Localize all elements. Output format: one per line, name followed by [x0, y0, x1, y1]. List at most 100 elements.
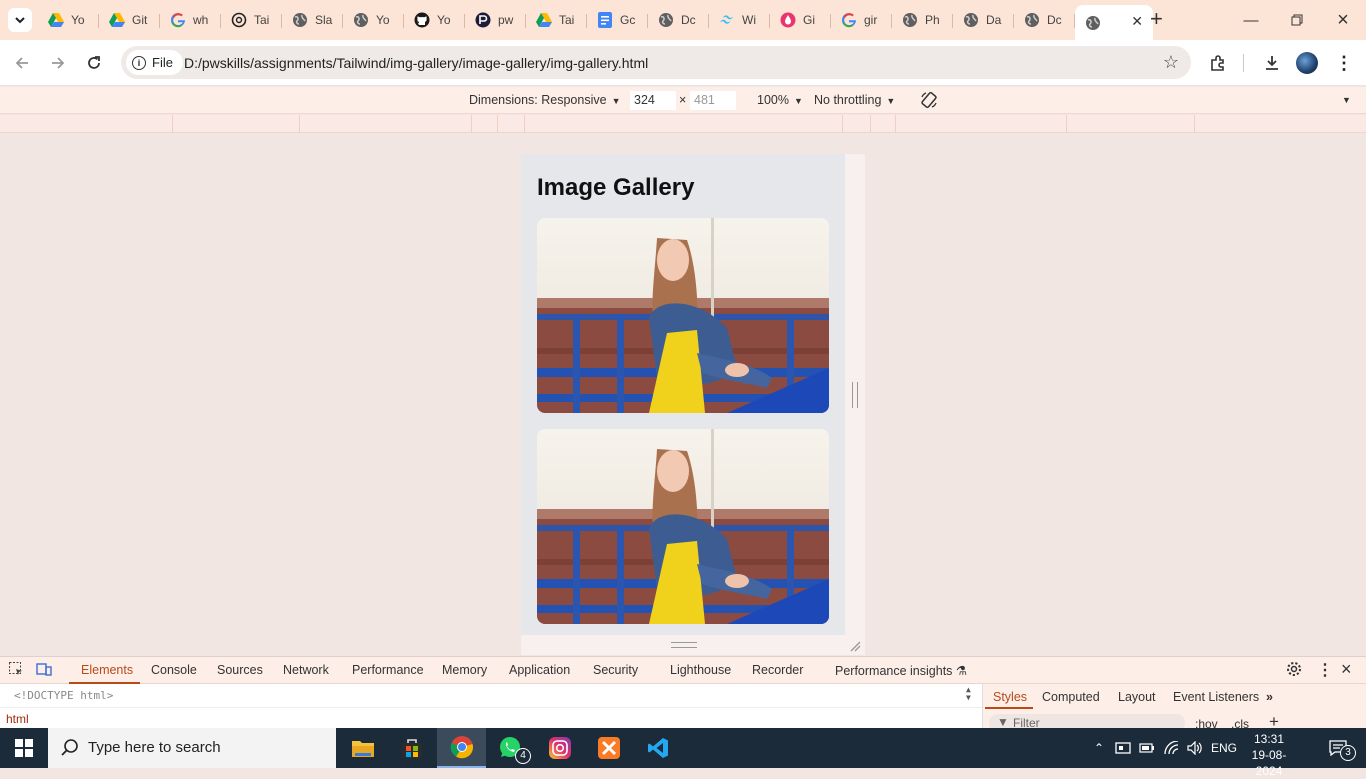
- more-tabs-chevron-icon[interactable]: »: [1266, 690, 1273, 704]
- url-text[interactable]: D:/pwskills/assignments/Tailwind/img-gal…: [184, 55, 648, 71]
- browser-tab[interactable]: Yo: [404, 5, 465, 35]
- reload-button[interactable]: [82, 51, 106, 75]
- ruler-mark[interactable]: [895, 115, 896, 133]
- ruler-mark[interactable]: [870, 115, 871, 133]
- browser-tab[interactable]: wh: [160, 5, 221, 35]
- height-resize-handle[interactable]: [521, 635, 865, 655]
- tab-network[interactable]: Network: [283, 663, 329, 677]
- browser-tab[interactable]: Dc: [648, 5, 709, 35]
- breadcrumb-html[interactable]: html: [6, 712, 29, 726]
- corner-resize-icon[interactable]: [849, 640, 861, 652]
- browser-tab[interactable]: Wi: [709, 5, 770, 35]
- browser-menu-button[interactable]: ⋮: [1332, 51, 1356, 75]
- tab-console[interactable]: Console: [151, 663, 197, 677]
- throttling-dropdown[interactable]: No throttling ▼: [814, 93, 895, 107]
- browser-tab[interactable]: Git: [99, 5, 160, 35]
- taskbar-search-box[interactable]: Type here to search: [48, 728, 336, 768]
- browser-tab[interactable]: Yo: [343, 5, 404, 35]
- tab-computed[interactable]: Computed: [1042, 690, 1100, 704]
- battery-icon[interactable]: [1137, 728, 1157, 768]
- meet-now-icon[interactable]: [1113, 728, 1133, 768]
- system-clock[interactable]: 13:31 19-08-2024: [1240, 731, 1298, 779]
- tab-event-listeners[interactable]: Event Listeners: [1173, 690, 1259, 704]
- ruler-mark[interactable]: [497, 115, 498, 133]
- new-tab-button[interactable]: +: [1150, 8, 1163, 30]
- device-options-caret-icon[interactable]: ▼: [1342, 95, 1351, 105]
- close-window-button[interactable]: ×: [1320, 0, 1366, 40]
- tab-layout[interactable]: Layout: [1118, 690, 1156, 704]
- height-input[interactable]: 481: [690, 91, 736, 110]
- file-explorer-button[interactable]: [338, 728, 387, 768]
- profile-avatar[interactable]: [1296, 52, 1318, 74]
- doctype-node[interactable]: <!DOCTYPE html>: [14, 689, 113, 702]
- show-hidden-icons-chevron-icon[interactable]: ⌃: [1090, 728, 1108, 768]
- extensions-button[interactable]: [1206, 51, 1230, 75]
- tab-elements[interactable]: Elements: [81, 663, 133, 677]
- address-bar[interactable]: i File D:/pwskills/assignments/Tailwind/…: [121, 46, 1191, 79]
- browser-tab-active[interactable]: ✕: [1075, 5, 1153, 40]
- width-resize-handle[interactable]: [845, 154, 865, 635]
- whatsapp-taskbar-button[interactable]: 4: [486, 728, 535, 768]
- wifi-icon[interactable]: [1161, 728, 1183, 768]
- minimize-button[interactable]: —: [1228, 0, 1274, 40]
- back-button[interactable]: [10, 51, 34, 75]
- tab-sources[interactable]: Sources: [217, 663, 263, 677]
- browser-tab[interactable]: Gi: [770, 5, 831, 35]
- tab-styles[interactable]: Styles: [993, 690, 1027, 704]
- tab-search-button[interactable]: [8, 8, 32, 32]
- instagram-taskbar-button[interactable]: [535, 728, 584, 768]
- forward-button[interactable]: [46, 51, 70, 75]
- language-indicator[interactable]: ENG: [1208, 728, 1240, 768]
- microsoft-store-button[interactable]: [387, 728, 436, 768]
- width-input[interactable]: 324: [630, 91, 676, 110]
- browser-tab[interactable]: Da: [953, 5, 1014, 35]
- volume-icon[interactable]: [1185, 728, 1205, 768]
- chrome-taskbar-button[interactable]: [437, 728, 486, 768]
- ruler-mark[interactable]: [471, 115, 472, 133]
- tab-recorder[interactable]: Recorder: [752, 663, 803, 677]
- browser-tab[interactable]: Tai: [526, 5, 587, 35]
- vscode-taskbar-button[interactable]: [633, 728, 682, 768]
- inspect-element-button[interactable]: [8, 661, 24, 680]
- device-toggle-button[interactable]: [36, 661, 52, 680]
- tab-memory[interactable]: Memory: [442, 663, 487, 677]
- browser-tab[interactable]: Dc: [1014, 5, 1075, 35]
- ruler-mark[interactable]: [299, 115, 300, 133]
- zoom-dropdown[interactable]: 100% ▼: [757, 93, 803, 107]
- ruler-mark[interactable]: [1194, 115, 1195, 133]
- xampp-taskbar-button[interactable]: [584, 728, 633, 768]
- tab-lighthouse[interactable]: Lighthouse: [670, 663, 731, 677]
- devtools-tab-bar: Elements Console Sources Network Perform…: [0, 657, 1366, 684]
- tab-application[interactable]: Application: [509, 663, 570, 677]
- ruler-mark[interactable]: [524, 115, 525, 133]
- notifications-button[interactable]: 3: [1318, 728, 1358, 768]
- devtools-menu-kebab-icon[interactable]: ⋮: [1317, 660, 1333, 680]
- browser-tab[interactable]: Sla: [282, 5, 343, 35]
- browser-tab[interactable]: Gc: [587, 5, 648, 35]
- devtools-close-icon[interactable]: ×: [1341, 659, 1352, 680]
- rotate-button[interactable]: [920, 91, 938, 112]
- bookmark-star-icon[interactable]: ☆: [1163, 52, 1179, 73]
- tab-security[interactable]: Security: [593, 663, 638, 677]
- whatsapp-badge: 4: [515, 748, 531, 764]
- browser-tab[interactable]: Yo: [38, 5, 99, 35]
- ruler-mark[interactable]: [1066, 115, 1067, 133]
- tab-performance-insights[interactable]: Performance insights ⚗: [835, 663, 967, 678]
- dimensions-dropdown[interactable]: Dimensions: Responsive ▼: [469, 93, 620, 107]
- browser-tab[interactable]: gir: [831, 5, 892, 35]
- downloads-button[interactable]: [1260, 51, 1284, 75]
- tab-performance[interactable]: Performance: [352, 663, 424, 677]
- browser-tab[interactable]: Tai: [221, 5, 282, 35]
- start-button[interactable]: [0, 728, 48, 768]
- tab-title: wh: [193, 13, 209, 27]
- ruler-mark[interactable]: [172, 115, 173, 133]
- ruler-mark[interactable]: [842, 115, 843, 133]
- devtools-settings-button[interactable]: [1286, 661, 1302, 680]
- site-info-chip[interactable]: i File: [126, 50, 183, 75]
- dom-scroll-arrows-icon[interactable]: ▲ ▼: [966, 686, 971, 702]
- browser-tab[interactable]: Ph: [892, 5, 953, 35]
- restore-button[interactable]: [1274, 0, 1320, 40]
- browser-tab[interactable]: pw: [465, 5, 526, 35]
- close-tab-icon[interactable]: ✕: [1131, 13, 1143, 30]
- active-styles-tab-indicator: [985, 707, 1033, 709]
